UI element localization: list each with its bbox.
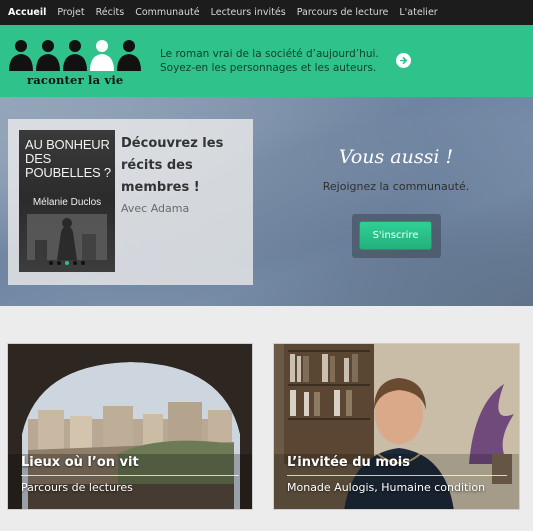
nav-item-recits[interactable]: Récits: [96, 7, 125, 18]
featured-tiles-section: Lieux où l’on vit Parcours de lectures L…: [0, 306, 533, 531]
tile-invitee-du-mois[interactable]: L’invitée du mois Monade Aulogis, Humain…: [273, 343, 520, 510]
arrow-right-circle-icon[interactable]: [396, 53, 411, 68]
nav-item-atelier[interactable]: L'atelier: [399, 7, 437, 18]
tagline-line-1: Le roman vrai de la société d’aujourd’hu…: [160, 48, 379, 60]
tile-title: L’invitée du mois: [287, 455, 411, 470]
book-cover-photo: [27, 214, 107, 260]
book-cover-title: AU BONHEUR DES POUBELLES ?: [25, 137, 111, 180]
book-cover[interactable]: AU BONHEUR DES POUBELLES ? Mélanie Duclo…: [19, 130, 115, 272]
tile-title: Lieux où l’on vit: [21, 455, 139, 470]
book-publisher-icon: [49, 261, 85, 265]
cta-subtitle: Rejoignez la communauté.: [322, 180, 470, 193]
tile-subtitle: Monade Aulogis, Humaine condition: [287, 481, 486, 494]
featured-story-heading[interactable]: Découvrez les récits des membres !: [121, 133, 247, 199]
tile-subtitle: Parcours de lectures: [21, 481, 133, 494]
nav-item-projet[interactable]: Projet: [57, 7, 84, 18]
tile-divider: [287, 475, 507, 476]
book-cover-author: Mélanie Duclos: [32, 197, 102, 208]
nav-item-lecteurs-invites[interactable]: Lecteurs invités: [211, 7, 286, 18]
site-logo[interactable]: raconter la vie: [8, 37, 148, 87]
featured-story-subtext: Avec Adama: [121, 202, 190, 215]
people-silhouettes-icon: [9, 40, 141, 71]
tagline-line-2: Soyez-en les personnages et les auteurs.: [160, 62, 377, 74]
signup-button[interactable]: S'inscrire: [359, 221, 432, 250]
banner-tagline: Le roman vrai de la société d’aujourd’hu…: [160, 47, 379, 75]
tile-lieux-ou-lon-vit[interactable]: Lieux où l’on vit Parcours de lectures: [7, 343, 253, 510]
featured-story-card[interactable]: AU BONHEUR DES POUBELLES ? Mélanie Duclo…: [8, 119, 253, 285]
nav-item-parcours-de-lecture[interactable]: Parcours de lecture: [297, 7, 389, 18]
nav-item-accueil[interactable]: Accueil: [8, 7, 46, 18]
signup-button-frame: S'inscrire: [352, 214, 441, 258]
logo-text: raconter la vie: [27, 73, 124, 87]
top-nav: Accueil Projet Récits Communauté Lecteur…: [0, 0, 533, 25]
hero-section: AU BONHEUR DES POUBELLES ? Mélanie Duclo…: [0, 97, 533, 306]
nav-item-communaute[interactable]: Communauté: [135, 7, 199, 18]
tile-divider: [21, 475, 239, 476]
site-banner: raconter la vie Le roman vrai de la soci…: [0, 25, 533, 97]
cta-title: Vous aussi !: [338, 146, 454, 168]
